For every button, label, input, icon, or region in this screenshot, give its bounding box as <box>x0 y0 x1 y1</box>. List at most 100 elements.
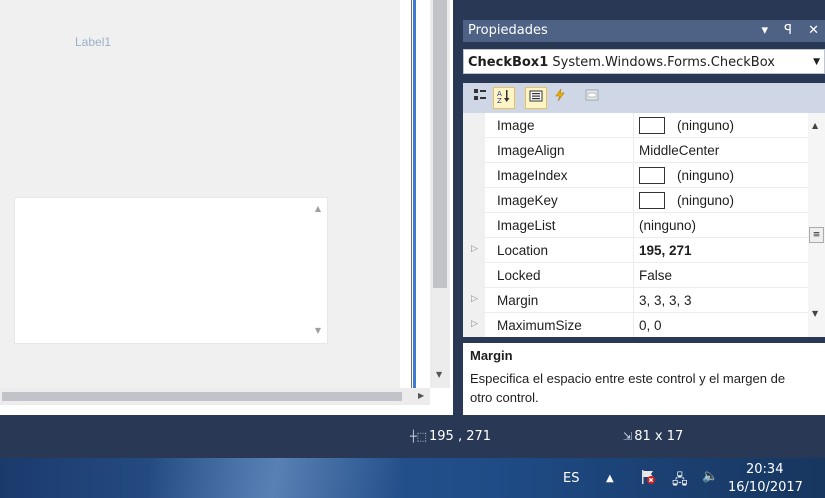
alphabetical-icon[interactable]: AZ <box>493 87 515 109</box>
property-row[interactable]: Locked False <box>463 263 808 288</box>
row-gutter <box>463 138 485 163</box>
status-bar: ┼⬚ 195 , 271 ⇲ 81 x 17 <box>0 415 825 458</box>
description-title: Margin <box>470 348 513 363</box>
property-name: Image <box>497 118 535 133</box>
property-name: Location <box>497 243 549 258</box>
scroll-down-icon[interactable]: ▼ <box>812 309 818 318</box>
property-value[interactable]: 195, 271 <box>639 243 692 258</box>
scroll-right-arrow-icon[interactable]: ▶ <box>418 391 424 400</box>
property-name: ImageIndex <box>497 168 568 183</box>
property-value[interactable]: (ninguno) <box>677 118 734 133</box>
property-value[interactable]: MiddleCenter <box>639 143 719 158</box>
horizontal-scroll-thumb[interactable] <box>2 392 402 401</box>
property-name: Margin <box>497 293 539 308</box>
svg-text:Z: Z <box>497 97 502 104</box>
action-center-flag-icon[interactable] <box>640 469 656 485</box>
status-location: ┼⬚ 195 , 271 <box>410 429 491 444</box>
property-row[interactable]: ▷ MaximumSize 0, 0 <box>463 313 808 337</box>
scroll-down-arrow-icon[interactable]: ▼ <box>436 370 442 379</box>
property-row[interactable]: ▷ Location 195, 271 <box>463 238 808 263</box>
scroll-thumb-grip-icon[interactable]: ≡ <box>809 227 824 243</box>
property-grid[interactable]: Image (ninguno) ImageAlign MiddleCenter Imag… <box>463 113 825 337</box>
splitter-line <box>411 0 412 400</box>
property-row[interactable]: ImageList (ninguno) <box>463 213 808 238</box>
scroll-down-icon[interactable]: ▼ <box>313 326 323 335</box>
taskbar-highlight <box>150 458 400 498</box>
property-name: Locked <box>497 268 541 283</box>
image-preview-box <box>639 117 665 134</box>
location-crosshair-icon: ┼⬚ <box>410 430 428 443</box>
properties-title: Propiedades <box>468 23 548 38</box>
status-size-value: 81 x 17 <box>634 429 684 444</box>
property-name: MaximumSize <box>497 318 582 333</box>
property-row[interactable]: ImageKey (ninguno) <box>463 188 808 213</box>
row-gutter <box>463 163 485 188</box>
property-row[interactable]: ImageAlign MiddleCenter <box>463 138 808 163</box>
property-name: ImageKey <box>497 193 558 208</box>
categorized-icon[interactable] <box>469 87 491 109</box>
property-name: ImageList <box>497 218 556 233</box>
properties-title-bar: Propiedades ▾ ꟼ ✕ <box>463 20 825 42</box>
description-text: Especifica el espacio entre este control… <box>470 371 786 405</box>
description-panel: Margin Especifica el espacio entre este … <box>463 343 825 415</box>
column-divider <box>633 113 634 138</box>
status-location-value: 195 , 271 <box>429 429 492 444</box>
clock-time[interactable]: 20:34 <box>746 462 783 477</box>
image-preview-box <box>639 192 665 209</box>
properties-icon[interactable] <box>525 87 547 109</box>
row-gutter <box>463 188 485 213</box>
column-divider <box>633 288 634 313</box>
object-selector[interactable]: CheckBox1 System.Windows.Forms.CheckBox … <box>463 49 825 74</box>
status-size: ⇲ 81 x 17 <box>623 429 683 444</box>
volume-icon[interactable]: 🔈 <box>702 469 718 484</box>
listbox-scrollbar[interactable]: ▲ ▼ <box>309 198 327 343</box>
row-gutter <box>463 113 485 138</box>
expand-icon[interactable]: ▷ <box>471 244 478 254</box>
property-row[interactable]: ▷ Margin 3, 3, 3, 3 <box>463 288 808 313</box>
panel-controls[interactable]: ▾ ꟼ ✕ <box>761 20 825 42</box>
column-divider <box>633 188 634 213</box>
network-icon[interactable]: 🖧 <box>672 469 688 493</box>
property-pages-icon[interactable] <box>581 87 603 109</box>
column-divider <box>633 263 634 288</box>
properties-toolbar: AZ <box>463 83 825 113</box>
column-divider <box>633 313 634 337</box>
chevron-down-icon[interactable]: ▼ <box>813 50 820 75</box>
column-divider <box>633 238 634 263</box>
property-grid-scrollbar[interactable]: ▲ ≡ ▼ <box>808 113 825 337</box>
expand-icon[interactable]: ▷ <box>471 294 478 304</box>
form-surface[interactable]: Label1 ▲ ▼ <box>0 0 400 388</box>
column-divider <box>633 213 634 238</box>
vertical-scroll-thumb[interactable] <box>433 0 447 288</box>
language-indicator[interactable]: ES <box>563 471 579 486</box>
object-name: CheckBox1 <box>468 55 549 70</box>
column-divider <box>633 163 634 188</box>
properties-panel: Propiedades ▾ ꟼ ✕ CheckBox1 System.Windo… <box>453 0 825 415</box>
label1-control[interactable]: Label1 <box>75 35 111 49</box>
property-row[interactable]: ImageIndex (ninguno) <box>463 163 808 188</box>
show-hidden-icons-icon[interactable]: ▲ <box>606 473 614 484</box>
property-row[interactable]: Image (ninguno) <box>463 113 808 138</box>
windows-taskbar: ES ▲ 🖧 🔈 20:34 16/10/2017 <box>0 458 825 498</box>
clock-date[interactable]: 16/10/2017 <box>728 480 803 495</box>
property-value[interactable]: (ninguno) <box>677 193 734 208</box>
property-value[interactable]: (ninguno) <box>639 218 696 233</box>
row-gutter <box>463 213 485 238</box>
object-type: System.Windows.Forms.CheckBox <box>552 55 775 70</box>
image-preview-box <box>639 167 665 184</box>
property-name: ImageAlign <box>497 143 565 158</box>
expand-icon[interactable]: ▷ <box>471 319 478 329</box>
scroll-up-icon[interactable]: ▲ <box>313 204 323 213</box>
form-border <box>400 0 406 400</box>
scroll-up-icon[interactable]: ▲ <box>812 121 818 130</box>
property-value[interactable]: 0, 0 <box>639 318 662 333</box>
form-designer[interactable]: Label1 ▲ ▼ ▼ ▶ <box>0 0 453 415</box>
row-gutter <box>463 263 485 288</box>
property-value[interactable]: (ninguno) <box>677 168 734 183</box>
listbox-control[interactable]: ▲ ▼ <box>14 197 328 344</box>
selection-border <box>413 0 416 400</box>
size-icon: ⇲ <box>623 430 633 443</box>
property-value[interactable]: 3, 3, 3, 3 <box>639 293 692 308</box>
property-value[interactable]: False <box>639 268 672 283</box>
events-lightning-icon[interactable] <box>549 87 571 109</box>
